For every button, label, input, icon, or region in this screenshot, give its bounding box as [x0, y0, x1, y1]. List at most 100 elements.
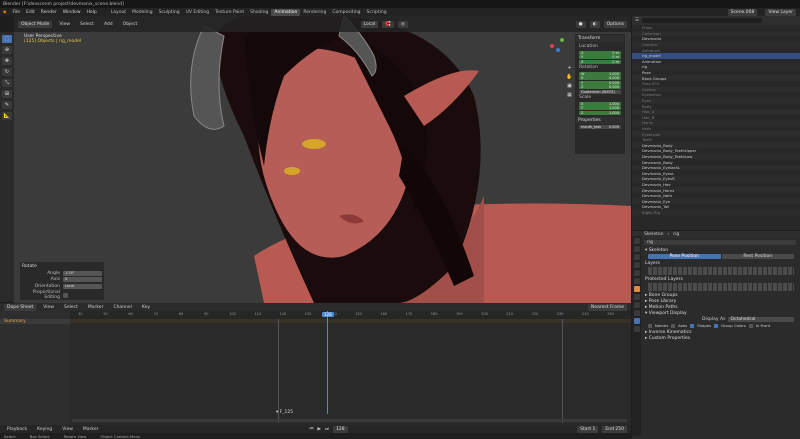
scale-x-field[interactable]: X 1.000 [579, 101, 621, 106]
marker[interactable]: ▾ F_125 [276, 410, 293, 415]
outliner-search-input[interactable] [642, 18, 763, 23]
workspace-tab-layout[interactable]: Layout [108, 9, 129, 16]
gizmo-axis-y-icon[interactable] [560, 38, 564, 42]
bone-tab-icon[interactable] [633, 326, 640, 332]
dopesheet-menu-key[interactable]: Key [139, 305, 153, 310]
rotation-mode-dropdown[interactable]: Quaternion (WXYZ) [579, 89, 621, 94]
current-frame-field[interactable]: 128 [333, 425, 348, 433]
object-mode-dropdown[interactable]: Object Mode [18, 20, 53, 28]
jump-end-icon[interactable]: ⏭ [325, 426, 329, 432]
angle-field[interactable]: 1.35° [63, 270, 102, 276]
pose-position-button[interactable]: Pose Position [648, 254, 721, 259]
workspace-tab-sculpting[interactable]: Sculpting [156, 9, 183, 16]
group-colors-checkbox[interactable] [714, 323, 719, 328]
menu-edit[interactable]: Edit [23, 10, 38, 15]
scale-y-field[interactable]: Y 1.000 [579, 106, 621, 110]
breadcrumb-rig[interactable]: rig [673, 232, 679, 237]
tool-tab-icon[interactable] [633, 238, 640, 244]
frame-ruler[interactable]: 4050607080901001101201301401501601701801… [70, 311, 664, 319]
scene-tab-icon[interactable] [633, 270, 640, 276]
names-checkbox[interactable] [648, 323, 652, 328]
marker-menu[interactable]: Marker [80, 427, 102, 432]
zoom-icon[interactable]: + [566, 64, 573, 71]
keying-menu[interactable]: Keying [34, 427, 55, 432]
dopesheet-mode-dropdown[interactable]: Dope Sheet [4, 303, 37, 311]
transform-panel-title[interactable]: Transform [576, 35, 624, 42]
properties-panel-title[interactable]: Properties [576, 116, 624, 124]
menu-render[interactable]: Render [38, 10, 60, 15]
playback-menu[interactable]: Playback [4, 427, 30, 432]
shapes-checkbox[interactable] [690, 323, 695, 328]
current-frame-indicator[interactable]: 128 [322, 312, 334, 317]
location-z-field[interactable]: Z 0 m [579, 59, 621, 64]
axis-field[interactable]: X [63, 277, 102, 282]
proportional-edit-icon[interactable]: ◎ [397, 20, 408, 28]
viewport-display-section[interactable]: ▾ Viewport Display [642, 310, 800, 316]
view-layer-tab-icon[interactable] [633, 262, 640, 268]
gizmo-axis-z-icon[interactable] [556, 48, 560, 52]
blender-logo-icon[interactable]: ◆ [0, 10, 9, 15]
outliner-filter-icon[interactable]: ☰ [635, 18, 639, 23]
rest-position-button[interactable]: Rest Position [721, 254, 794, 259]
viewport-menu-add[interactable]: Add [101, 22, 116, 27]
orientation-field[interactable]: Local [63, 283, 102, 289]
workspace-tab-modeling[interactable]: Modeling [129, 9, 155, 16]
select-box-icon[interactable]: ⬚ [2, 35, 12, 43]
workspace-tab-compositing[interactable]: Compositing [329, 9, 363, 16]
workspace-tab-scripting[interactable]: Scripting [364, 9, 390, 16]
object-tab-icon[interactable] [633, 286, 640, 292]
display-as-dropdown[interactable]: Octahedral [728, 317, 794, 322]
timeline-scrollbar[interactable] [72, 419, 627, 422]
start-frame-field[interactable]: Start 1 [577, 425, 599, 433]
constraint-tab-icon[interactable] [633, 310, 640, 316]
camera-view-icon[interactable]: ▣ [566, 82, 573, 89]
custom-property-field[interactable]: mouth_test 0.000 [579, 124, 621, 129]
snap-icon[interactable]: 🧲 [382, 20, 394, 28]
custom-properties-section[interactable]: ▸ Custom Properties [642, 335, 800, 341]
physics-tab-icon[interactable] [633, 302, 640, 308]
rotation-z-field[interactable]: Z 0.000 [579, 85, 621, 89]
breadcrumb-skeleton[interactable]: Skeleton [644, 232, 663, 237]
output-tab-icon[interactable] [633, 254, 640, 260]
operator-title[interactable]: Rotate [22, 264, 102, 269]
menu-help[interactable]: Help [84, 10, 100, 15]
pan-hand-icon[interactable]: ✋ [566, 73, 573, 80]
world-tab-icon[interactable] [633, 278, 640, 284]
rotation-y-field[interactable]: Y 0.000 [579, 80, 621, 85]
workspace-tab-shading[interactable]: Shading [247, 9, 271, 16]
measure-icon[interactable]: 📐 [2, 112, 12, 120]
annotate-icon[interactable]: ✎ [2, 101, 12, 109]
rotate-icon[interactable]: ↻ [2, 68, 12, 76]
perspective-toggle-icon[interactable]: ▦ [566, 91, 573, 98]
in-front-checkbox[interactable] [748, 323, 753, 328]
3d-viewport[interactable]: + ✋ ▣ ▦ User Perspective (125) Objects |… [14, 16, 631, 303]
transform-orientation-dropdown[interactable]: Local [360, 20, 379, 28]
gizmo-axis-x-icon[interactable] [550, 44, 554, 48]
dopesheet-menu-view[interactable]: View [40, 305, 57, 310]
shading-solid-icon[interactable]: ● [575, 20, 586, 28]
scene-selector[interactable]: Scene.008 [727, 8, 758, 16]
data-tab-icon[interactable] [633, 318, 640, 324]
workspace-tab-texture-paint[interactable]: Texture Paint [212, 9, 247, 16]
move-icon[interactable]: ✥ [2, 57, 12, 65]
workspace-tab-uv-editing[interactable]: UV Editing [183, 9, 212, 16]
armature-layers-grid[interactable] [648, 267, 794, 275]
location-x-field[interactable]: X 0 m [579, 50, 621, 55]
transform-icon[interactable]: ⊞ [2, 90, 12, 98]
skeleton-section-header[interactable]: ▾ Skeleton [642, 247, 800, 253]
rotation-x-field[interactable]: X 0.000 [579, 76, 621, 80]
snapping-dropdown[interactable]: Nearest Frame [588, 303, 627, 311]
summary-channel[interactable]: Summary [0, 319, 70, 324]
view-menu[interactable]: View [59, 427, 76, 432]
proportional-editing-checkbox[interactable] [63, 292, 68, 298]
modifier-tab-icon[interactable] [633, 294, 640, 300]
dopesheet-menu-select[interactable]: Select [61, 305, 81, 310]
viewport-menu-view[interactable]: View [56, 22, 73, 27]
viewport-menu-object[interactable]: Object [120, 22, 141, 27]
dopesheet-menu-channel[interactable]: Channel [110, 305, 134, 310]
jump-start-icon[interactable]: ⏮ [309, 426, 313, 432]
viewport-menu-select[interactable]: Select [77, 22, 97, 27]
menu-window[interactable]: Window [60, 10, 84, 15]
dopesheet-menu-marker[interactable]: Marker [85, 305, 107, 310]
workspace-tab-animation[interactable]: Animation [271, 8, 301, 16]
